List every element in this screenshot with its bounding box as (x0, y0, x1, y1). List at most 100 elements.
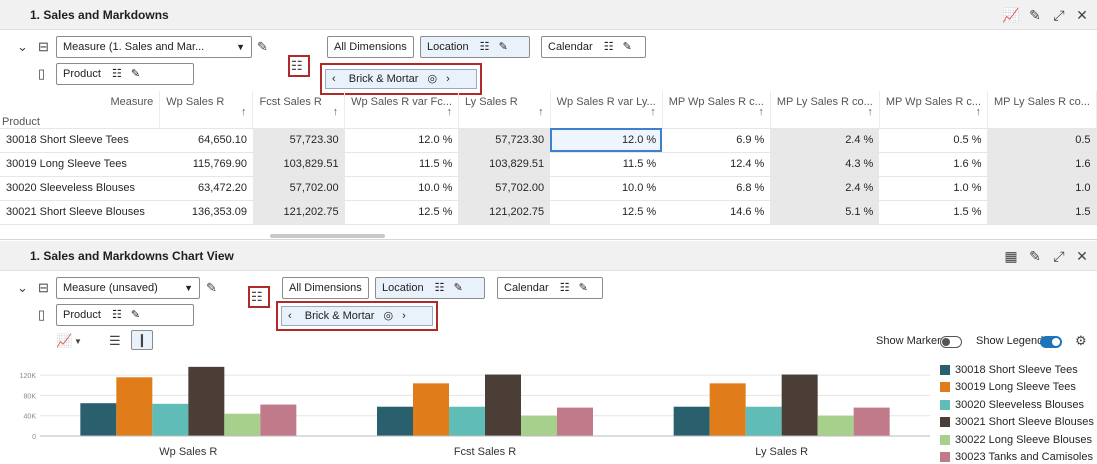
grid-cell[interactable]: 63,472.20 (159, 176, 253, 201)
column-header[interactable]: MP Wp Sales R c... ↑ (879, 91, 988, 129)
grid-cell[interactable]: 1.0 (987, 176, 1097, 201)
grid-cell[interactable]: 12.0 % (344, 128, 459, 153)
bar[interactable] (449, 406, 485, 436)
column-header[interactable]: MP Wp Sales R c... ↑ (662, 91, 771, 129)
chevron-right-icon[interactable]: › (446, 73, 450, 85)
bar[interactable] (709, 383, 746, 436)
grid-cell[interactable]: 0.5 % (879, 128, 988, 153)
all-dimensions-button[interactable]: All Dimensions (282, 277, 369, 299)
bar[interactable] (781, 374, 818, 436)
bar[interactable] (817, 415, 854, 436)
grid-cell[interactable]: 0.5 (987, 128, 1097, 153)
bar[interactable] (485, 374, 521, 436)
edit-calendar-icon[interactable]: ✎ (623, 41, 632, 53)
grid-cell[interactable]: 11.5 % (550, 152, 663, 177)
grid-cell[interactable]: 57,702.00 (458, 176, 551, 201)
columns-layout-icon[interactable]: ▯ (38, 307, 45, 323)
product-tile[interactable]: Product ☷ ✎ (56, 304, 194, 326)
grid-cell[interactable]: 57,702.00 (252, 176, 345, 201)
legend-item[interactable]: 30023 Tanks and Camisoles (940, 449, 1094, 464)
bar[interactable] (673, 406, 710, 436)
calendar-tile[interactable]: Calendar ☷ ✎ (541, 36, 646, 58)
hierarchy-icon[interactable]: ☷ (435, 282, 445, 294)
maximize-icon[interactable]: ⤢ (1050, 247, 1068, 265)
columns-layout-icon[interactable]: ▯ (38, 66, 45, 82)
grid-cell-selected[interactable]: 12.0 % (550, 128, 663, 153)
chart-type-icon[interactable]: 📈 (56, 333, 72, 349)
column-header[interactable]: Ly Sales R ↑ (458, 91, 551, 129)
chevron-left-icon[interactable]: ‹ (288, 310, 292, 322)
grid-cell[interactable]: 1.5 (987, 200, 1097, 225)
legend-item[interactable]: 30022 Long Sleeve Blouses (940, 431, 1094, 449)
legend-item[interactable]: 30019 Long Sleeve Tees (940, 379, 1094, 397)
column-header[interactable]: MP Ly Sales R co... (987, 91, 1097, 129)
table-row[interactable]: 30020 Sleeveless Blouses 63,472.20 57,70… (0, 176, 1097, 201)
legend-item[interactable]: 30021 Short Sleeve Blouses (940, 414, 1094, 432)
edit-product-icon[interactable]: ✎ (131, 68, 140, 80)
bar[interactable] (413, 383, 449, 436)
edit-location-icon[interactable]: ✎ (454, 282, 463, 294)
grid-cell[interactable]: 11.5 % (344, 152, 459, 177)
bar[interactable] (853, 407, 890, 436)
edit-measure-icon[interactable]: ✎ (206, 280, 217, 296)
bar[interactable] (116, 377, 153, 436)
calendar-tile[interactable]: Calendar ☷ ✎ (497, 277, 603, 299)
product-tile[interactable]: Product ☷ ✎ (56, 63, 194, 85)
hierarchy-icon[interactable]: ☷ (112, 309, 122, 321)
edit-icon[interactable]: ✎ (1026, 6, 1044, 24)
pivot-settings-icon[interactable]: ☷ (291, 58, 303, 74)
grid-cell[interactable]: 6.9 % (662, 128, 771, 153)
grid-cell[interactable]: 1.6 (987, 152, 1097, 177)
column-header[interactable]: Wp Sales R var Fc... ↑ (344, 91, 459, 129)
bar[interactable] (80, 403, 117, 436)
grid-cell[interactable]: 6.8 % (662, 176, 771, 201)
table-row[interactable]: 30019 Long Sleeve Tees 115,769.90 103,82… (0, 152, 1097, 177)
chart-type-caret-icon[interactable]: ▼ (74, 334, 82, 350)
edit-product-icon[interactable]: ✎ (131, 309, 140, 321)
close-icon[interactable]: ✕ (1073, 247, 1091, 265)
legend-item[interactable]: 30020 Sleeveless Blouses (940, 396, 1094, 414)
rows-layout-icon[interactable]: ⊟ (38, 280, 49, 296)
bar[interactable] (152, 403, 189, 436)
grid-cell[interactable]: 2.4 % (770, 128, 880, 153)
column-header[interactable]: Wp Sales R ↑ (159, 91, 254, 129)
grid-cell[interactable]: 10.0 % (550, 176, 663, 201)
pivot-settings-icon[interactable]: ☷ (251, 289, 263, 305)
bar[interactable] (745, 406, 782, 436)
collapse-chevron-icon[interactable]: ⌄ (17, 39, 28, 55)
grid-cell[interactable]: 12.4 % (662, 152, 771, 177)
edit-measure-icon[interactable]: ✎ (257, 39, 268, 55)
bar[interactable] (224, 413, 261, 436)
chevron-right-icon[interactable]: › (402, 310, 406, 322)
bar[interactable] (260, 404, 297, 436)
grid-cell[interactable]: 1.6 % (879, 152, 988, 177)
measure-select[interactable]: Measure (1. Sales and Mar... ▼ (56, 36, 252, 58)
edit-location-icon[interactable]: ✎ (499, 41, 508, 53)
legend-item[interactable]: 30018 Short Sleeve Tees (940, 361, 1094, 379)
hierarchy-icon[interactable]: ☷ (480, 41, 490, 53)
bar[interactable] (557, 407, 593, 436)
edit-calendar-icon[interactable]: ✎ (579, 282, 588, 294)
table-view-icon[interactable]: ▦ (1002, 247, 1020, 265)
grid-cell[interactable]: 1.0 % (879, 176, 988, 201)
horizontal-bars-icon[interactable]: ☰ (109, 333, 121, 349)
grid-cell[interactable]: 103,829.51 (252, 152, 345, 177)
column-header[interactable]: Wp Sales R var Ly... ↑ (550, 91, 663, 129)
maximize-icon[interactable]: ⤢ (1050, 6, 1068, 24)
grid-cell[interactable]: 12.5 % (550, 200, 663, 225)
grid-cell[interactable]: 103,829.51 (458, 152, 551, 177)
grid-cell[interactable]: 57,723.30 (252, 128, 345, 153)
grid-cell[interactable]: 12.5 % (344, 200, 459, 225)
grid-cell[interactable]: 4.3 % (770, 152, 880, 177)
location-breadcrumb[interactable]: ‹ Brick & Mortar ◎ › (325, 69, 477, 89)
gear-icon[interactable]: ⚙ (1075, 333, 1087, 349)
chevron-left-icon[interactable]: ‹ (332, 73, 336, 85)
location-tile[interactable]: Location ☷ ✎ (375, 277, 485, 299)
grid-cell[interactable]: 14.6 % (662, 200, 771, 225)
column-header[interactable]: Fcst Sales R ↑ (252, 91, 346, 129)
grid-cell[interactable]: 121,202.75 (458, 200, 551, 225)
grid-cell[interactable]: 1.5 % (879, 200, 988, 225)
bar[interactable] (521, 415, 557, 436)
bar[interactable] (188, 366, 225, 436)
grid-cell[interactable]: 57,723.30 (458, 128, 551, 153)
